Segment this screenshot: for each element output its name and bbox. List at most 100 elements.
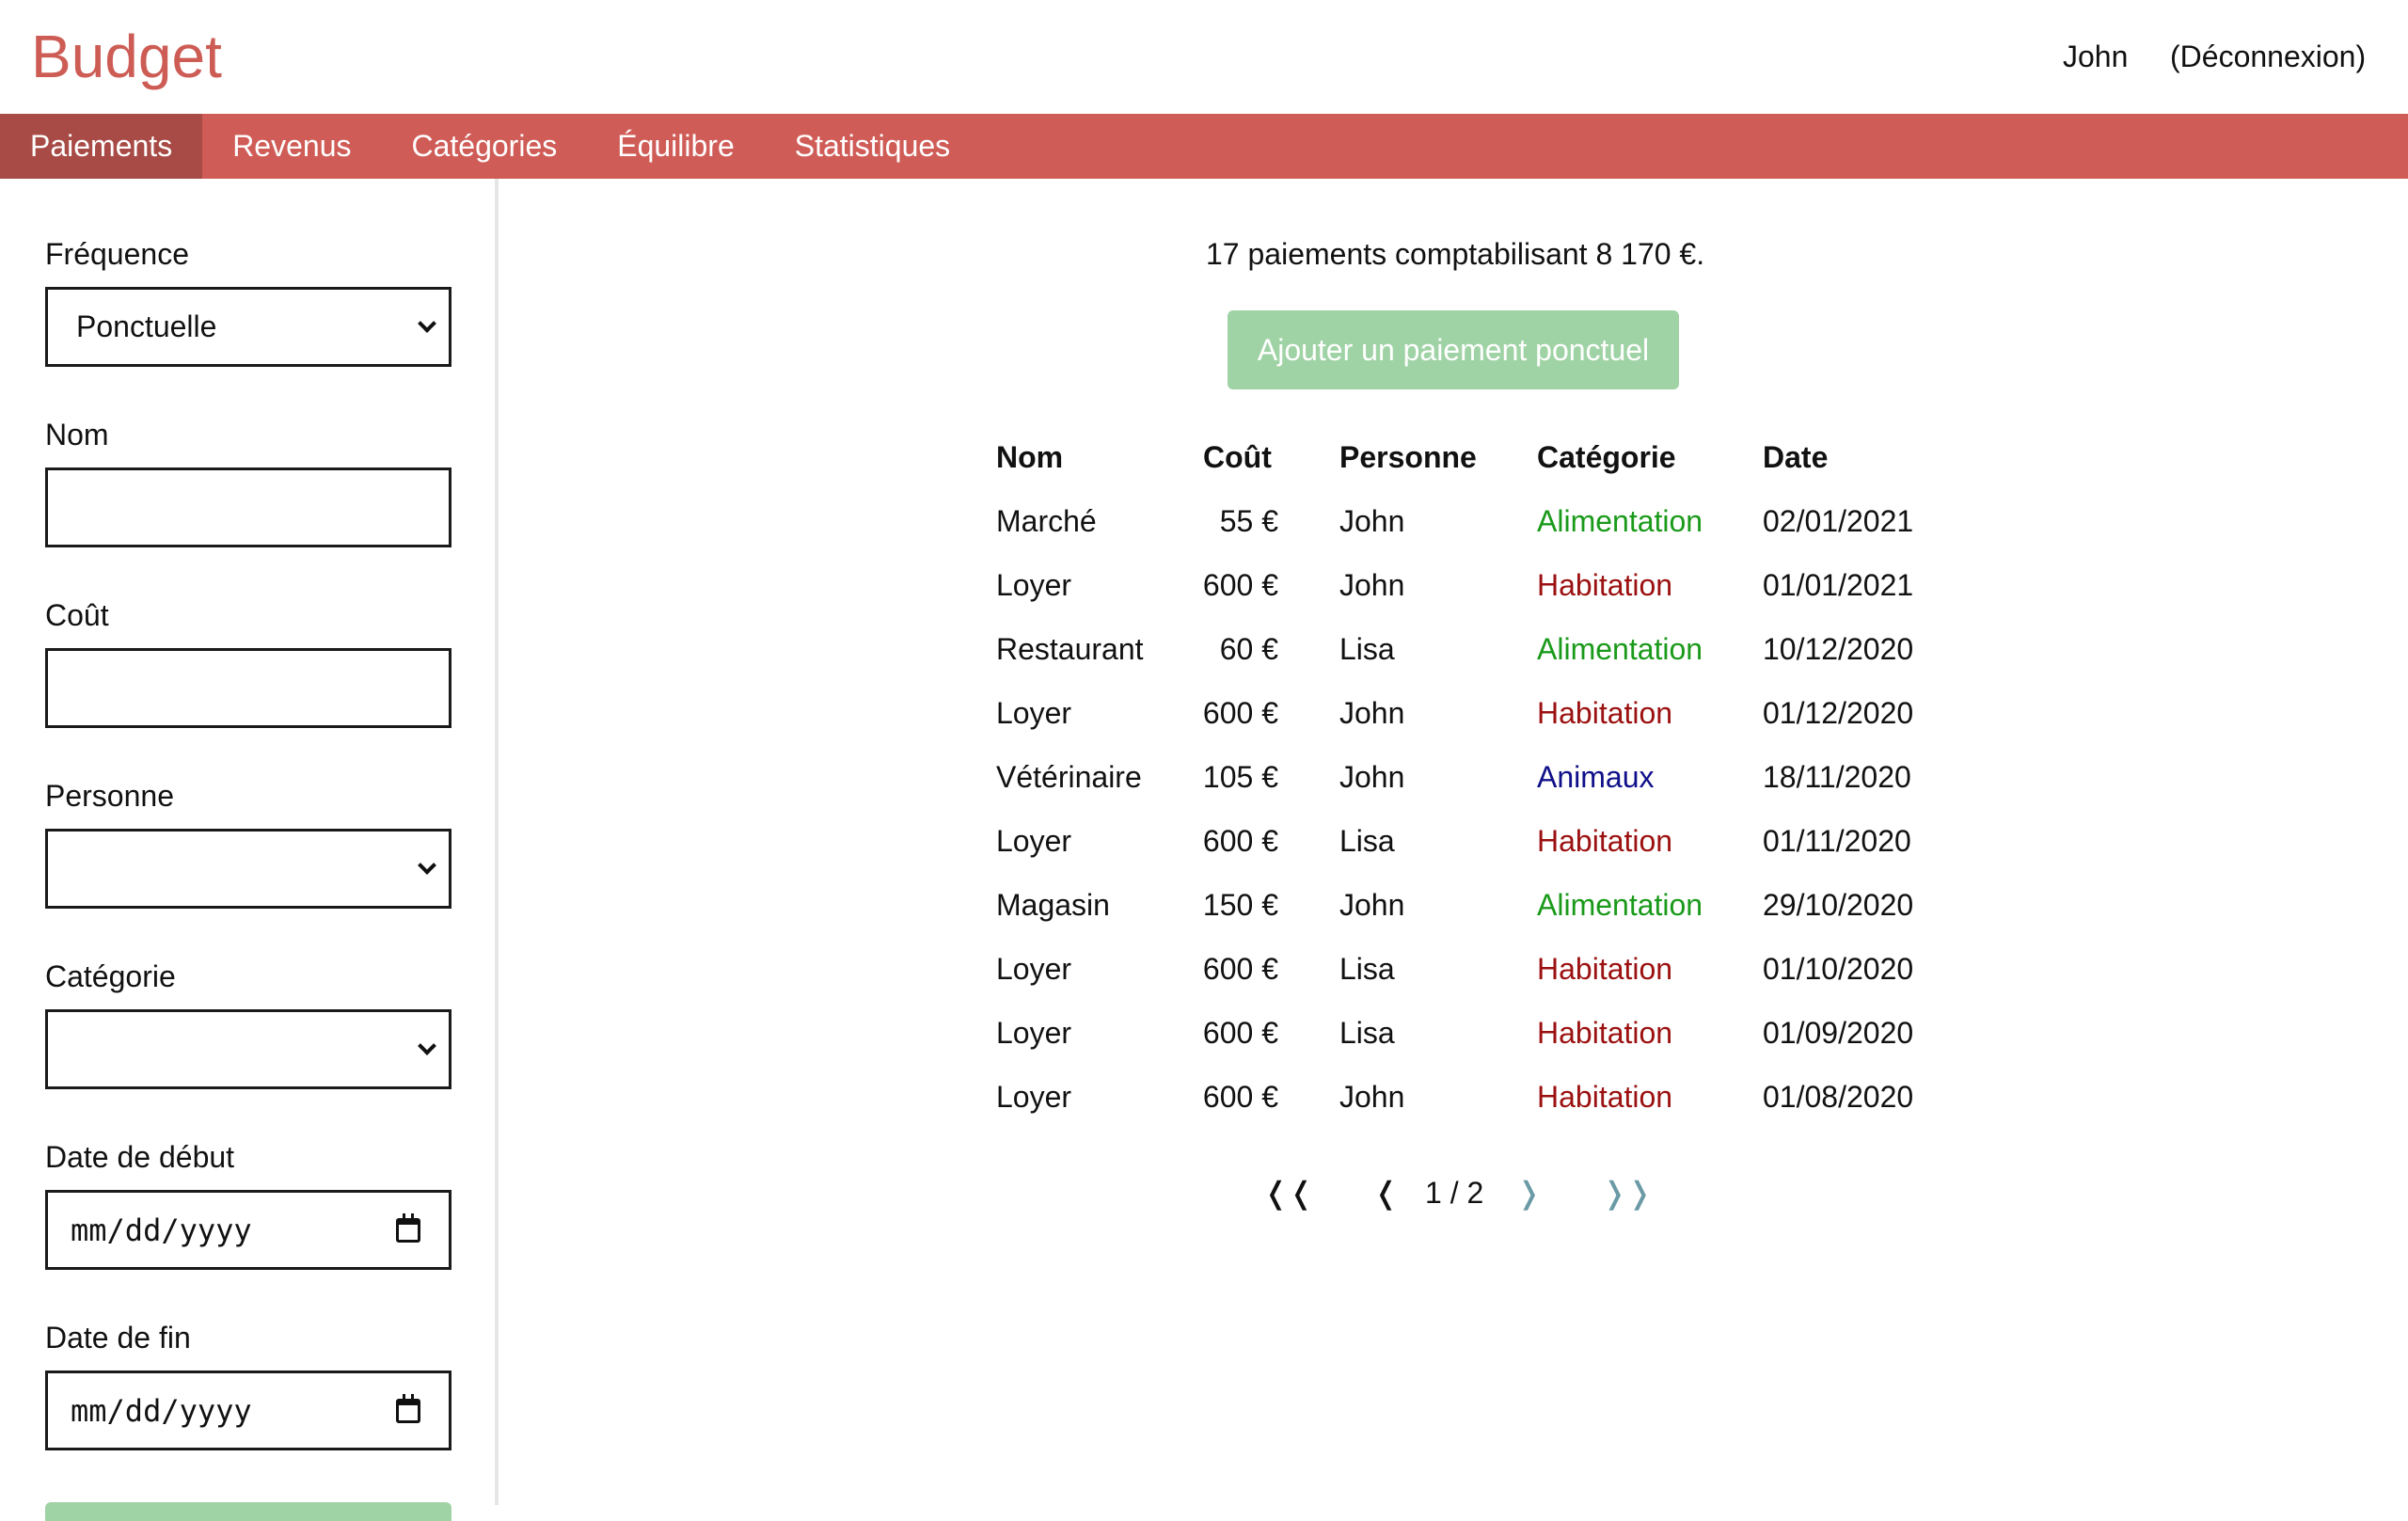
cell-categorie: Alimentation [1537, 888, 1703, 922]
cell-nom: Marché [996, 504, 1097, 538]
cell-cout: 60 € [1219, 632, 1278, 666]
pagination-prev-button[interactable]: ❬ [1373, 1174, 1399, 1212]
categorie-select[interactable] [45, 1009, 452, 1089]
cout-input[interactable] [45, 648, 452, 728]
column-header-date[interactable]: Date [1763, 438, 1828, 476]
frequence-label: Fréquence [45, 237, 189, 271]
nav-item-categories[interactable]: Catégories [381, 114, 587, 179]
cell-categorie: Habitation [1537, 696, 1673, 730]
cell-personne: John [1339, 888, 1405, 922]
app-header: Budget John (Déconnexion) [0, 0, 2408, 114]
table-row[interactable]: Vétérinaire 105 € John Animaux 18/11/2020 [996, 758, 1937, 822]
cell-nom: Loyer [996, 1080, 1072, 1114]
cell-nom: Loyer [996, 952, 1072, 986]
cell-personne: John [1339, 568, 1405, 602]
cell-cout: 600 € [1202, 952, 1278, 986]
cell-date: 02/01/2021 [1763, 504, 1914, 538]
cell-categorie: Habitation [1537, 824, 1673, 858]
calendar-icon[interactable] [396, 1212, 420, 1243]
column-header-cout[interactable]: Coût [1203, 438, 1272, 476]
date-fin-label: Date de fin [45, 1321, 191, 1355]
cell-nom: Loyer [996, 1016, 1072, 1050]
date-debut-label: Date de début [45, 1140, 235, 1174]
chevron-down-icon [417, 317, 437, 338]
table-row[interactable]: Magasin 150 € John Alimentation 29/10/2020 [996, 886, 1937, 950]
pagination-current: 1 / 2 [1425, 1176, 1484, 1210]
cell-personne: Lisa [1339, 1016, 1395, 1050]
table-row[interactable]: Loyer 600 € Lisa Habitation 01/10/2020 [996, 950, 1937, 1014]
add-payment-button[interactable]: Ajouter un paiement ponctuel [1228, 310, 1679, 389]
chevron-down-icon [417, 1039, 437, 1060]
cell-personne: Lisa [1339, 824, 1395, 858]
cell-date: 01/01/2021 [1763, 568, 1914, 602]
cell-cout: 600 € [1202, 824, 1278, 858]
date-debut-placeholder: mm/dd/yyyy [71, 1212, 252, 1248]
logout-link[interactable]: (Déconnexion) [2170, 38, 2366, 75]
cell-cout: 55 € [1219, 504, 1278, 538]
table-row[interactable]: Loyer 600 € Lisa Habitation 01/09/2020 [996, 1014, 1937, 1078]
cell-date: 01/12/2020 [1763, 696, 1914, 730]
nom-input[interactable] [45, 467, 452, 547]
cell-categorie: Animaux [1537, 760, 1655, 794]
cell-personne: John [1339, 760, 1405, 794]
cell-personne: John [1339, 696, 1405, 730]
cell-categorie: Habitation [1537, 1016, 1673, 1050]
cell-cout: 600 € [1202, 568, 1278, 602]
table-row[interactable]: Loyer 600 € Lisa Habitation 01/11/2020 [996, 822, 1937, 886]
cell-categorie: Habitation [1537, 568, 1673, 602]
nav-item-equilibre[interactable]: Équilibre [587, 114, 765, 179]
table-row[interactable]: Marché 55 € John Alimentation 02/01/2021 [996, 502, 1937, 566]
pagination-next-button[interactable]: ❭ [1516, 1174, 1542, 1212]
cout-label: Coût [45, 598, 109, 632]
nav-item-statistiques[interactable]: Statistiques [765, 114, 980, 179]
categorie-label: Catégorie [45, 959, 176, 993]
pagination-first-button[interactable]: ❬❬ [1263, 1174, 1314, 1212]
current-user: John [2063, 40, 2129, 73]
frequence-value: Ponctuelle [76, 309, 217, 343]
cell-nom: Loyer [996, 568, 1072, 602]
nom-label: Nom [45, 418, 109, 452]
filter-sidebar: Fréquence Ponctuelle Nom Coût Personne C… [0, 179, 499, 1521]
date-debut-input[interactable]: mm/dd/yyyy [45, 1190, 452, 1270]
calendar-icon[interactable] [396, 1393, 420, 1423]
payments-table: Nom Coût Personne Catégorie Date Marché 5… [996, 438, 1937, 1142]
frequence-select[interactable]: Ponctuelle [45, 287, 452, 367]
date-fin-input[interactable]: mm/dd/yyyy [45, 1370, 452, 1450]
cell-date: 10/12/2020 [1763, 632, 1914, 666]
chevron-down-icon [417, 859, 437, 879]
cell-categorie: Habitation [1537, 952, 1673, 986]
table-row[interactable]: Loyer 600 € John Habitation 01/12/2020 [996, 694, 1937, 758]
cell-nom: Loyer [996, 696, 1072, 730]
cell-cout: 600 € [1202, 696, 1278, 730]
nav-item-revenus[interactable]: Revenus [202, 114, 381, 179]
personne-select[interactable] [45, 829, 452, 909]
cell-cout: 150 € [1202, 888, 1278, 922]
table-row[interactable]: Restaurant 60 € Lisa Alimentation 10/12/2020 [996, 630, 1937, 694]
cell-date: 01/11/2020 [1763, 824, 1911, 858]
cell-personne: John [1339, 1080, 1405, 1114]
cell-cout: 600 € [1202, 1016, 1278, 1050]
cell-personne: Lisa [1339, 952, 1395, 986]
app-brand[interactable]: Budget [31, 21, 222, 92]
filter-submit-button[interactable] [45, 1502, 452, 1521]
personne-label: Personne [45, 779, 174, 813]
cell-nom: Loyer [996, 824, 1072, 858]
cell-date: 29/10/2020 [1763, 888, 1914, 922]
cell-categorie: Alimentation [1537, 632, 1703, 666]
main-nav: Paiements Revenus Catégories Équilibre S… [0, 114, 2408, 179]
cell-cout: 105 € [1202, 760, 1278, 794]
column-header-categorie[interactable]: Catégorie [1537, 438, 1676, 476]
cell-cout: 600 € [1202, 1080, 1278, 1114]
date-fin-placeholder: mm/dd/yyyy [71, 1392, 252, 1429]
column-header-personne[interactable]: Personne [1339, 438, 1477, 476]
cell-date: 01/10/2020 [1763, 952, 1914, 986]
cell-categorie: Alimentation [1537, 504, 1703, 538]
table-row[interactable]: Loyer 600 € John Habitation 01/01/2021 [996, 566, 1937, 630]
cell-date: 01/09/2020 [1763, 1016, 1914, 1050]
pagination-last-button[interactable]: ❭❭ [1602, 1174, 1653, 1212]
column-header-nom[interactable]: Nom [996, 438, 1063, 476]
nav-item-paiements[interactable]: Paiements [0, 114, 203, 179]
table-row[interactable]: Loyer 600 € John Habitation 01/08/2020 [996, 1078, 1937, 1142]
cell-personne: John [1339, 504, 1405, 538]
cell-date: 01/08/2020 [1763, 1080, 1914, 1114]
